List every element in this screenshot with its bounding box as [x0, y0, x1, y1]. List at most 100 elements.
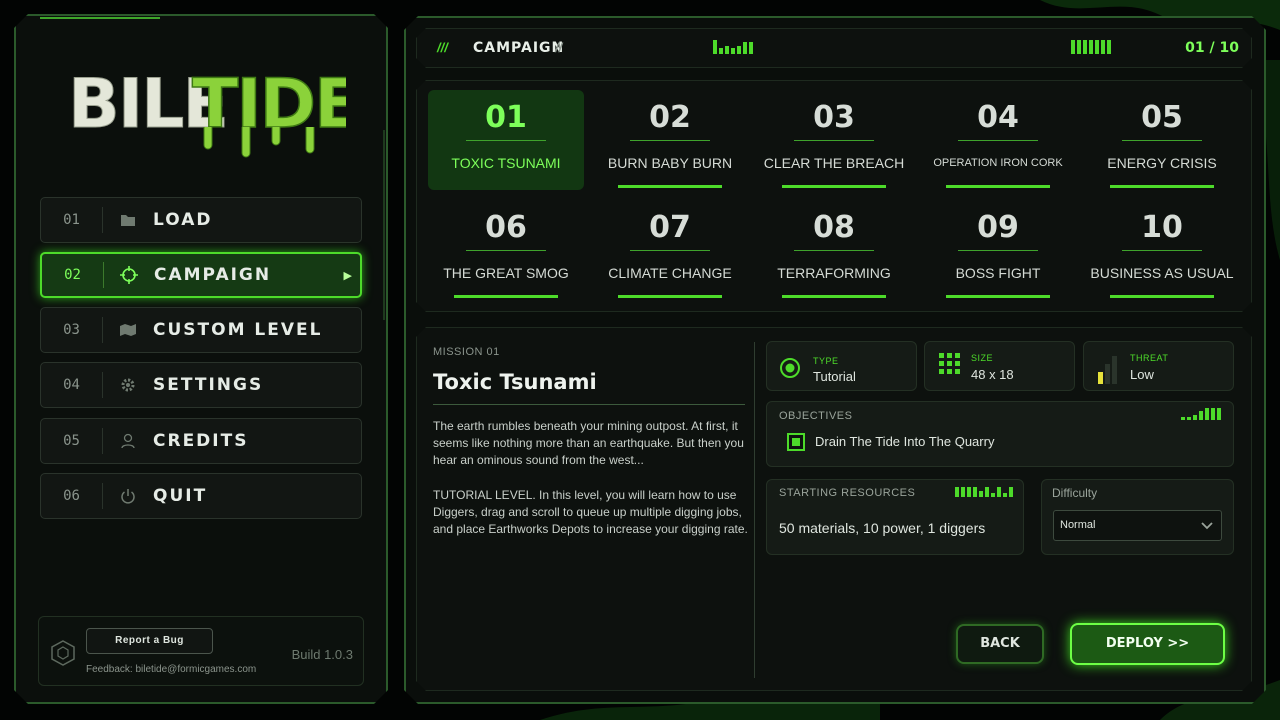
mission-card-08[interactable]: 08 TERRAFORMING: [756, 200, 912, 300]
mission-divider: [630, 250, 710, 251]
mission-divider: [466, 250, 546, 251]
threat-value: Low: [1130, 367, 1154, 382]
objective-checkbox: [787, 433, 805, 451]
chevron-down-icon: [1201, 522, 1213, 530]
menu-item-campaign[interactable]: 02 CAMPAIGN ▶: [40, 252, 362, 298]
mission-card-10[interactable]: 10 BUSINESS AS USUAL: [1084, 200, 1240, 300]
mission-card-09[interactable]: 09 BOSS FIGHT: [920, 200, 1076, 300]
mission-card-06[interactable]: 06 THE GREAT SMOG: [428, 200, 584, 300]
mission-title: Toxic Tsunami: [433, 370, 597, 394]
size-value: 48 x 18: [971, 367, 1014, 382]
mission-divider: [958, 140, 1038, 141]
mission-number: 03: [813, 100, 855, 135]
threat-label: THREAT: [1130, 353, 1169, 363]
menu-item-load[interactable]: 01 LOAD: [40, 197, 362, 243]
mission-number: 05: [1141, 100, 1183, 135]
menu-item-number: 04: [41, 372, 103, 398]
mission-number: 08: [813, 210, 855, 245]
mission-name: ENERGY CRISIS: [1107, 155, 1217, 171]
footer-box: Report a Bug Feedback: biletide@formicga…: [38, 616, 364, 686]
mission-name: THE GREAT SMOG: [443, 265, 569, 281]
folder-icon: [103, 213, 153, 227]
menu-item-label: LOAD: [153, 210, 213, 230]
objectives-card: OBJECTIVES Drain The Tide Into The Quarr…: [766, 401, 1234, 467]
biletide-logo: BILE TIDE: [68, 64, 346, 158]
objective-text: Drain The Tide Into The Quarry: [815, 434, 995, 449]
feedback-email[interactable]: Feedback: biletide@formicgames.com: [86, 664, 256, 675]
mission-description: The earth rumbles beneath your mining ou…: [433, 418, 753, 538]
mission-card-01[interactable]: 01 TOXIC TSUNAMI: [428, 90, 584, 190]
description-story: The earth rumbles beneath your mining ou…: [433, 419, 744, 468]
type-value: Tutorial: [813, 369, 856, 384]
deploy-button[interactable]: DEPLOY >>: [1070, 623, 1225, 665]
difficulty-value: Normal: [1060, 519, 1096, 531]
mission-card-04[interactable]: 04 OPERATION IRON CORK: [920, 90, 1076, 190]
menu-item-quit[interactable]: 06 QUIT: [40, 473, 362, 519]
formic-hex-icon: [51, 640, 75, 666]
report-bug-button[interactable]: Report a Bug: [86, 628, 213, 654]
map-icon: [103, 322, 153, 338]
menu-item-label: SETTINGS: [153, 375, 264, 395]
mission-progress-bar: [1110, 295, 1214, 298]
threat-meter-icon: [1098, 356, 1117, 384]
title-divider: [433, 404, 745, 405]
grid-icon: [939, 353, 960, 374]
mission-progress-bar: [454, 295, 558, 298]
target-icon: [780, 358, 800, 378]
mission-progress-bar: [782, 185, 886, 188]
size-card: SIZE 48 x 18: [924, 341, 1075, 391]
menu-item-credits[interactable]: 05 CREDITS: [40, 418, 362, 464]
mission-divider: [958, 250, 1038, 251]
mission-card-07[interactable]: 07 CLIMATE CHANGE: [592, 200, 748, 300]
column-divider: [754, 342, 755, 678]
menu-item-settings[interactable]: 04 SETTINGS: [40, 362, 362, 408]
back-button[interactable]: BACK: [956, 624, 1044, 664]
mission-name: BUSINESS AS USUAL: [1090, 265, 1234, 281]
mission-card-02[interactable]: 02 BURN BABY BURN: [592, 90, 748, 190]
menu-item-number: 06: [41, 483, 103, 509]
crosshair-icon: [104, 266, 154, 284]
menu-scrollbar[interactable]: [383, 130, 385, 320]
mission-number: 09: [977, 210, 1019, 245]
description-tutorial: TUTORIAL LEVEL. In this level, you will …: [433, 487, 748, 537]
mission-divider: [466, 140, 546, 141]
mission-name: CLIMATE CHANGE: [608, 265, 732, 281]
resources-label: STARTING RESOURCES: [779, 487, 916, 499]
mission-card-05[interactable]: 05 ENERGY CRISIS: [1084, 90, 1240, 190]
play-arrow-icon: ▶: [343, 269, 352, 282]
resources-pips: [955, 487, 1013, 497]
mission-name: CLEAR THE BREACH: [763, 155, 905, 171]
mission-card-03[interactable]: 03 CLEAR THE BREACH: [756, 90, 912, 190]
menu-item-label: CREDITS: [153, 431, 249, 451]
resources-card: STARTING RESOURCES 50 materials, 10 powe…: [766, 479, 1024, 555]
mission-progress-bar: [618, 185, 722, 188]
mission-name: TOXIC TSUNAMI: [451, 155, 561, 171]
difficulty-label: Difficulty: [1052, 486, 1098, 500]
mission-number: 06: [485, 210, 527, 245]
signal-pips-right: [1071, 40, 1111, 54]
power-icon: [103, 488, 153, 504]
type-card: TYPE Tutorial: [766, 341, 917, 391]
panel-accent-line: [40, 17, 160, 19]
mission-label: MISSION 01: [433, 346, 500, 358]
mission-number: 02: [649, 100, 691, 135]
svg-text:TIDE: TIDE: [192, 65, 346, 144]
mission-progress-bar: [946, 295, 1050, 298]
menu-item-label: QUIT: [153, 486, 208, 506]
menu-item-number: 03: [41, 317, 103, 343]
mission-number: 04: [977, 100, 1019, 135]
campaign-header: /// CAMPAIGN // 01 / 10: [416, 28, 1252, 68]
mission-number: 01: [485, 100, 527, 135]
mission-name: BURN BABY BURN: [607, 155, 733, 171]
build-version: Build 1.0.3: [291, 647, 353, 662]
menu-item-label: CUSTOM LEVEL: [153, 320, 323, 340]
menu-item-number: 05: [41, 428, 103, 454]
gear-icon: [103, 377, 153, 393]
mission-name: OPERATION IRON CORK: [933, 157, 1063, 169]
difficulty-select[interactable]: Normal: [1053, 510, 1222, 541]
menu-item-custom-level[interactable]: 03 CUSTOM LEVEL: [40, 307, 362, 353]
menu-item-number: 02: [42, 262, 104, 288]
signal-pips-left: [713, 40, 753, 54]
resources-value: 50 materials, 10 power, 1 diggers: [779, 520, 986, 536]
header-title: CAMPAIGN: [473, 40, 565, 56]
